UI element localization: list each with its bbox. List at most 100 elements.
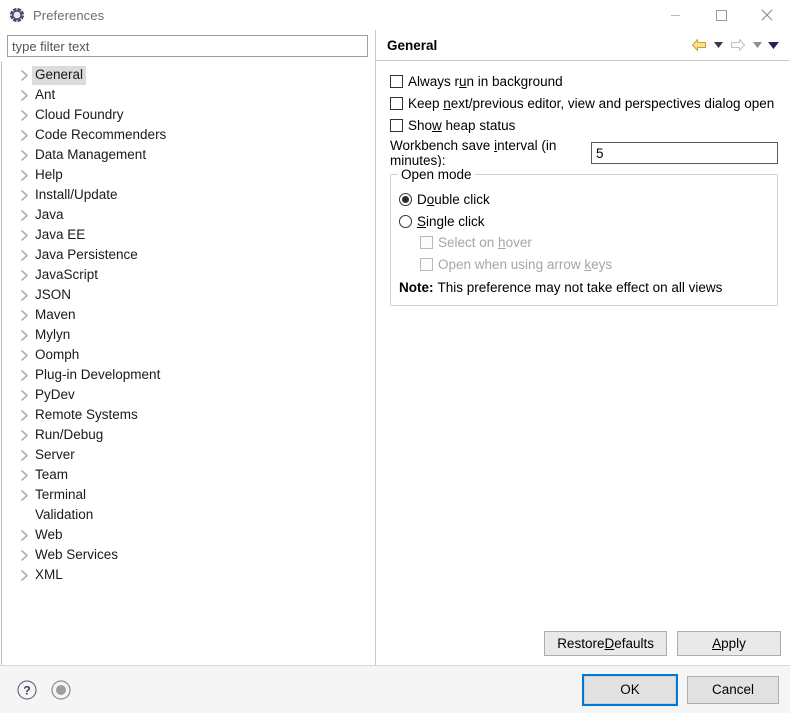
help-icon[interactable]: ? xyxy=(16,679,38,701)
chevron-right-icon[interactable] xyxy=(16,467,32,483)
chevron-right-icon[interactable] xyxy=(16,367,32,383)
chevron-right-icon[interactable] xyxy=(16,567,32,583)
tree-item-team[interactable]: Team xyxy=(2,465,375,485)
back-dropdown-icon[interactable] xyxy=(712,35,725,55)
chevron-right-icon[interactable] xyxy=(16,167,32,183)
chevron-right-icon[interactable] xyxy=(16,447,32,463)
filter-container xyxy=(0,30,375,61)
chevron-right-icon[interactable] xyxy=(16,67,32,83)
chevron-right-icon[interactable] xyxy=(16,487,32,503)
minimize-icon[interactable] xyxy=(652,0,698,30)
tree-item-web[interactable]: Web xyxy=(2,525,375,545)
radio-single-click-indicator[interactable] xyxy=(399,215,412,228)
note-label: Note: xyxy=(399,280,434,295)
checkbox-keep-editor-dialog-open-label: Keep next/previous editor, view and pers… xyxy=(408,96,774,111)
tree-item-cloud-foundry[interactable]: Cloud Foundry xyxy=(2,105,375,125)
checkbox-open-arrow-keys: Open when using arrow keys xyxy=(399,254,769,275)
checkbox-keep-editor-dialog-open[interactable]: Keep next/previous editor, view and pers… xyxy=(390,93,784,114)
tree-item-label: Maven xyxy=(32,306,79,325)
chevron-right-icon[interactable] xyxy=(16,407,32,423)
tree-item-label: Mylyn xyxy=(32,326,73,345)
chevron-right-icon[interactable] xyxy=(16,347,32,363)
chevron-right-icon[interactable] xyxy=(16,527,32,543)
cancel-button[interactable]: Cancel xyxy=(687,676,779,704)
chevron-right-icon[interactable] xyxy=(16,327,32,343)
checkbox-show-heap-status-box[interactable] xyxy=(390,119,403,132)
dialog-body: GeneralAntCloud FoundryCode Recommenders… xyxy=(0,30,790,665)
tree-item-label: Run/Debug xyxy=(32,426,106,445)
tree-item-server[interactable]: Server xyxy=(2,445,375,465)
radio-single-click-label: Single click xyxy=(417,214,485,229)
chevron-right-icon[interactable] xyxy=(16,547,32,563)
chevron-right-icon[interactable] xyxy=(16,87,32,103)
back-arrow-icon[interactable] xyxy=(689,35,709,55)
tree-item-remote-systems[interactable]: Remote Systems xyxy=(2,405,375,425)
close-icon[interactable] xyxy=(744,0,790,30)
footer-icon-group: ? xyxy=(16,679,72,701)
tree-item-code-recommenders[interactable]: Code Recommenders xyxy=(2,125,375,145)
page-content: Always run in background Keep next/previo… xyxy=(376,61,790,631)
chevron-right-icon[interactable] xyxy=(16,267,32,283)
tree-item-json[interactable]: JSON xyxy=(2,285,375,305)
checkbox-show-heap-status[interactable]: Show heap status xyxy=(390,115,784,136)
tree-item-maven[interactable]: Maven xyxy=(2,305,375,325)
chevron-right-icon[interactable] xyxy=(16,427,32,443)
tree-item-label: Code Recommenders xyxy=(32,126,169,145)
tree-item-label: PyDev xyxy=(32,386,78,405)
chevron-right-icon[interactable] xyxy=(16,127,32,143)
tree-item-label: Team xyxy=(32,466,71,485)
tree-item-help[interactable]: Help xyxy=(2,165,375,185)
tree-item-pydev[interactable]: PyDev xyxy=(2,385,375,405)
checkbox-always-run-in-background-box[interactable] xyxy=(390,75,403,88)
tree-item-javascript[interactable]: JavaScript xyxy=(2,265,375,285)
chevron-right-icon[interactable] xyxy=(16,287,32,303)
tree-item-validation[interactable]: Validation xyxy=(2,505,375,525)
tree-item-web-services[interactable]: Web Services xyxy=(2,545,375,565)
radio-double-click-indicator[interactable] xyxy=(399,193,412,206)
tree-item-java[interactable]: Java xyxy=(2,205,375,225)
tree-scroll-container[interactable]: GeneralAntCloud FoundryCode Recommenders… xyxy=(1,61,375,665)
tree-item-oomph[interactable]: Oomph xyxy=(2,345,375,365)
preference-tree-pane: GeneralAntCloud FoundryCode Recommenders… xyxy=(0,30,375,665)
tree-item-mylyn[interactable]: Mylyn xyxy=(2,325,375,345)
view-menu-icon[interactable] xyxy=(767,35,780,55)
checkbox-always-run-in-background[interactable]: Always run in background xyxy=(390,71,784,92)
open-mode-legend: Open mode xyxy=(398,167,475,182)
tree-item-label: Ant xyxy=(32,86,58,105)
chevron-right-icon[interactable] xyxy=(16,227,32,243)
tree-item-java-persistence[interactable]: Java Persistence xyxy=(2,245,375,265)
tree-item-terminal[interactable]: Terminal xyxy=(2,485,375,505)
ok-button[interactable]: OK xyxy=(584,676,676,704)
tree-item-general[interactable]: General xyxy=(2,65,375,85)
radio-single-click[interactable]: Single click xyxy=(399,210,769,232)
chevron-right-icon[interactable] xyxy=(16,187,32,203)
general-checkbox-group: Always run in background Keep next/previo… xyxy=(390,71,784,136)
tree-item-run-debug[interactable]: Run/Debug xyxy=(2,425,375,445)
search-input[interactable] xyxy=(7,35,368,57)
preference-page-pane: General xyxy=(376,30,790,665)
save-interval-row: Workbench save interval (in minutes): xyxy=(390,140,784,166)
checkbox-keep-editor-dialog-open-box[interactable] xyxy=(390,97,403,110)
forward-dropdown-icon[interactable] xyxy=(751,35,764,55)
maximize-icon[interactable] xyxy=(698,0,744,30)
chevron-right-icon[interactable] xyxy=(16,387,32,403)
tree-item-label: Validation xyxy=(32,506,96,525)
gear-icon xyxy=(9,7,25,23)
radio-double-click[interactable]: Double click xyxy=(399,188,769,210)
chevron-right-icon[interactable] xyxy=(16,307,32,323)
record-icon[interactable] xyxy=(50,679,72,701)
tree-item-ant[interactable]: Ant xyxy=(2,85,375,105)
tree-item-xml[interactable]: XML xyxy=(2,565,375,585)
save-interval-input[interactable] xyxy=(591,142,778,164)
chevron-right-icon[interactable] xyxy=(16,147,32,163)
tree-item-data-management[interactable]: Data Management xyxy=(2,145,375,165)
apply-button[interactable]: Apply xyxy=(677,631,781,656)
chevron-right-icon[interactable] xyxy=(16,247,32,263)
tree-item-label: Oomph xyxy=(32,346,82,365)
tree-item-plug-in-development[interactable]: Plug-in Development xyxy=(2,365,375,385)
tree-item-java-ee[interactable]: Java EE xyxy=(2,225,375,245)
chevron-right-icon[interactable] xyxy=(16,107,32,123)
tree-item-install-update[interactable]: Install/Update xyxy=(2,185,375,205)
restore-defaults-button[interactable]: Restore Defaults xyxy=(544,631,667,656)
chevron-right-icon[interactable] xyxy=(16,207,32,223)
